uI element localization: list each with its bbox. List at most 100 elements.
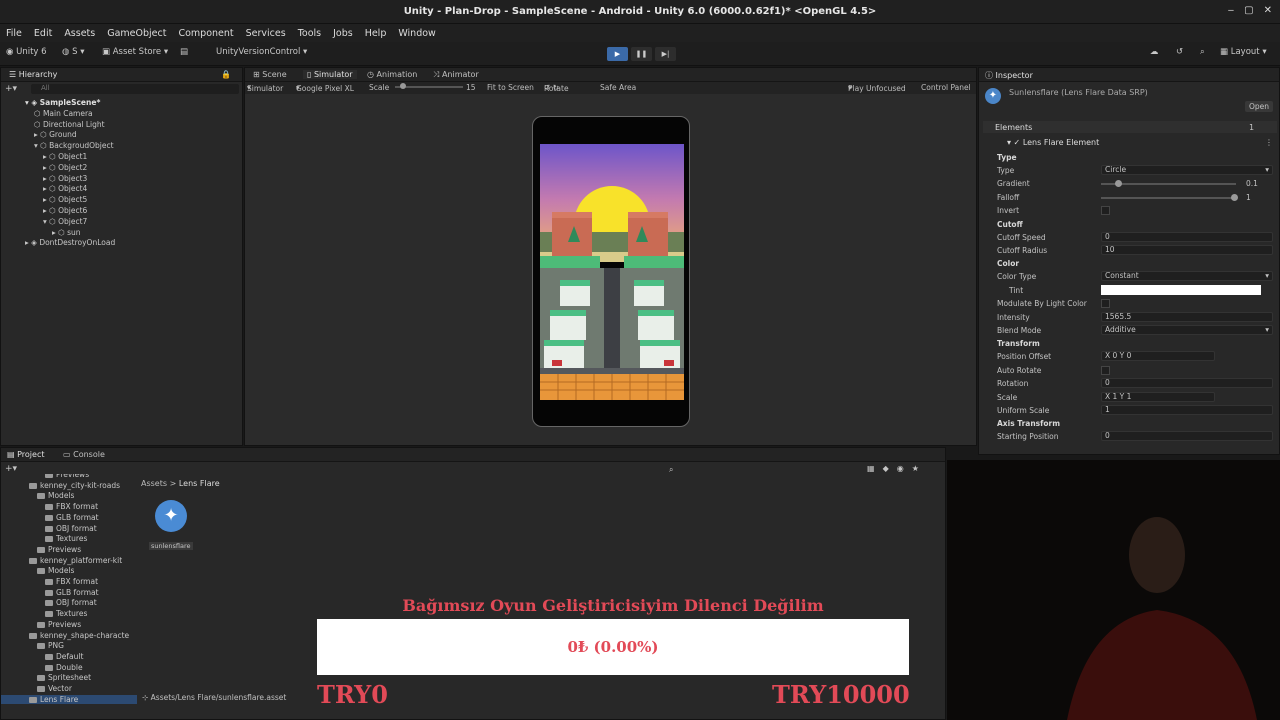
element-menu-icon[interactable]: ⋮ [1265,138,1273,147]
tab-simulator[interactable]: ▯ Simulator [303,70,357,79]
open-button[interactable]: Open [1244,101,1273,112]
hierarchy-item[interactable]: ▸ ⬡ Ground [34,130,77,139]
tab-scene[interactable]: ⊞ Scene [253,70,287,79]
slider-handle[interactable] [1115,180,1122,188]
menu-help[interactable]: Help [365,28,387,39]
close-icon[interactable]: ✕ [1264,5,1272,16]
value-field[interactable]: 0 [1101,431,1273,442]
menu-window[interactable]: Window [398,28,435,39]
menu-assets[interactable]: Assets [64,28,95,39]
hierarchy-item[interactable]: ▸ ⬡ Object6 [43,206,87,215]
play-mode-dropdown[interactable]: Play Unfocused ▾ [848,83,906,93]
hierarchy-item[interactable]: ▸ ⬡ Object5 [43,195,87,204]
add-icon[interactable]: +▾ [5,84,17,94]
folder-item[interactable]: Spritesheet [37,673,91,682]
checkbox[interactable] [1101,299,1110,309]
value-field[interactable]: 0 [1101,231,1273,242]
tab-project[interactable]: ▤ Project [7,450,44,459]
folder-item[interactable]: Double [45,663,83,672]
slider-value[interactable]: 1 [1246,193,1251,202]
folder-item[interactable]: Default [45,652,83,661]
tab-hierarchy[interactable]: ☰ Hierarchy [9,70,57,79]
hierarchy-search-input[interactable]: All [31,84,239,94]
account-button[interactable]: ◉ Unity 6 [6,47,47,57]
control-panel-button[interactable]: Control Panel [921,83,971,92]
checkbox[interactable] [1101,206,1110,216]
asset-store-button[interactable]: ▣ Asset Store ▾ [102,47,168,57]
tab-animation[interactable]: ◷ Animation [367,70,417,79]
project-search-icon[interactable]: ⌕ [669,465,673,475]
slider-value[interactable]: 0.1 [1246,179,1258,188]
visibility-icon[interactable]: ◉ [897,464,904,473]
scale-slider-handle[interactable] [400,83,406,89]
menu-jobs[interactable]: Jobs [333,28,353,39]
value-field[interactable]: 10 [1101,245,1273,255]
tab-inspector[interactable]: ⓘ Inspector [985,70,1033,81]
maximize-icon[interactable]: ▢ [1244,5,1253,16]
folder-item[interactable]: Previews [37,545,81,554]
folder-item[interactable]: GLB format [45,513,99,522]
breadcrumb-lens-flare[interactable]: Lens Flare [179,479,220,488]
folder-item[interactable]: Previews [37,620,81,629]
folder-item[interactable]: OBJ format [45,598,97,607]
game-view[interactable] [540,144,684,400]
fit-to-screen-button[interactable]: Fit to Screen [487,83,534,92]
hierarchy-item[interactable]: ▸ ⬡ Object3 [43,174,87,183]
menu-file[interactable]: File [6,28,22,39]
folder-item[interactable]: Textures [45,534,87,543]
hierarchy-item[interactable]: ⬡ Main Camera [34,109,93,118]
folder-item[interactable]: FBX format [45,502,98,511]
package-icon[interactable]: ▤ [180,47,188,57]
cloud-icon[interactable]: ☁ [1150,47,1159,57]
folder-item[interactable]: Previews [45,474,89,479]
folder-item[interactable]: Models [37,566,74,575]
dropdown-field[interactable]: Circle ▾ [1101,165,1273,175]
filter-type-icon[interactable]: ▦ [867,464,875,473]
filter-label-icon[interactable]: ◆ [883,464,889,473]
menu-services[interactable]: Services [246,28,286,39]
checkbox[interactable] [1101,365,1110,375]
create-asset-button[interactable]: +▾ [5,464,17,474]
value-field[interactable]: 0 [1101,378,1273,389]
dropdown-field[interactable]: Constant ▾ [1101,271,1273,282]
value-field[interactable]: 1 [1101,405,1273,415]
slider-handle[interactable] [1231,193,1238,201]
step-button[interactable]: ▶| [655,47,676,61]
hierarchy-item[interactable]: ⬡ Directional Light [34,120,105,129]
folder-item[interactable]: PNG [37,641,64,650]
menu-component[interactable]: Component [178,28,233,39]
value-field[interactable]: X 1 Y 1 [1101,391,1215,402]
rotate-button[interactable]: Rotate ↺ ↻ [544,83,569,93]
hierarchy-item[interactable]: ▸ ⬡ sun [52,228,81,237]
layout-dropdown[interactable]: ▦ Layout ▾ [1220,47,1267,57]
folder-item[interactable]: GLB format [45,588,99,597]
value-field[interactable]: X 0 Y 0 [1101,351,1215,362]
folder-item[interactable]: Textures [45,609,87,618]
breadcrumb-assets[interactable]: Assets [141,479,167,488]
hierarchy-item[interactable]: ▸ ⬡ Object4 [43,184,87,193]
lock-icon[interactable]: 🔒 [221,70,231,79]
hierarchy-item[interactable]: ▾ ⬡ Object7 [43,217,87,226]
menu-tools[interactable]: Tools [298,28,321,39]
menu-gameobject[interactable]: GameObject [107,28,166,39]
folder-item[interactable]: kenney_shape-characte [29,631,129,640]
folder-item[interactable]: kenney_city-kit-roads [29,481,120,490]
menu-edit[interactable]: Edit [34,28,52,39]
history-icon[interactable]: ↺ [1176,47,1183,57]
lens-flare-element-foldout[interactable]: ▾ ✓ Lens Flare Element [1007,138,1099,147]
asset-tile[interactable]: ✦ [153,500,189,534]
dropdown-field[interactable]: Additive ▾ [1101,325,1273,335]
value-field[interactable]: 1565.5 [1101,311,1273,322]
pause-button[interactable]: ❚❚ [631,47,652,61]
slider[interactable]: 1 [1101,193,1271,203]
simulator-mode-dropdown[interactable]: Simulator ▾ [247,83,283,93]
hierarchy-item[interactable]: ▸ ⬡ Object2 [43,163,87,172]
folder-item[interactable]: OBJ format [45,524,97,533]
tint-color-field[interactable] [1101,284,1261,295]
folder-item[interactable]: FBX format [45,577,98,586]
tab-animator[interactable]: ⤨ Animator [433,70,479,80]
favorite-icon[interactable]: ★ [912,464,919,473]
device-dropdown[interactable]: Google Pixel XL ▾ [296,83,354,93]
minimize-icon[interactable]: ‒ [1228,5,1234,16]
safe-area-toggle[interactable]: Safe Area [600,83,636,92]
